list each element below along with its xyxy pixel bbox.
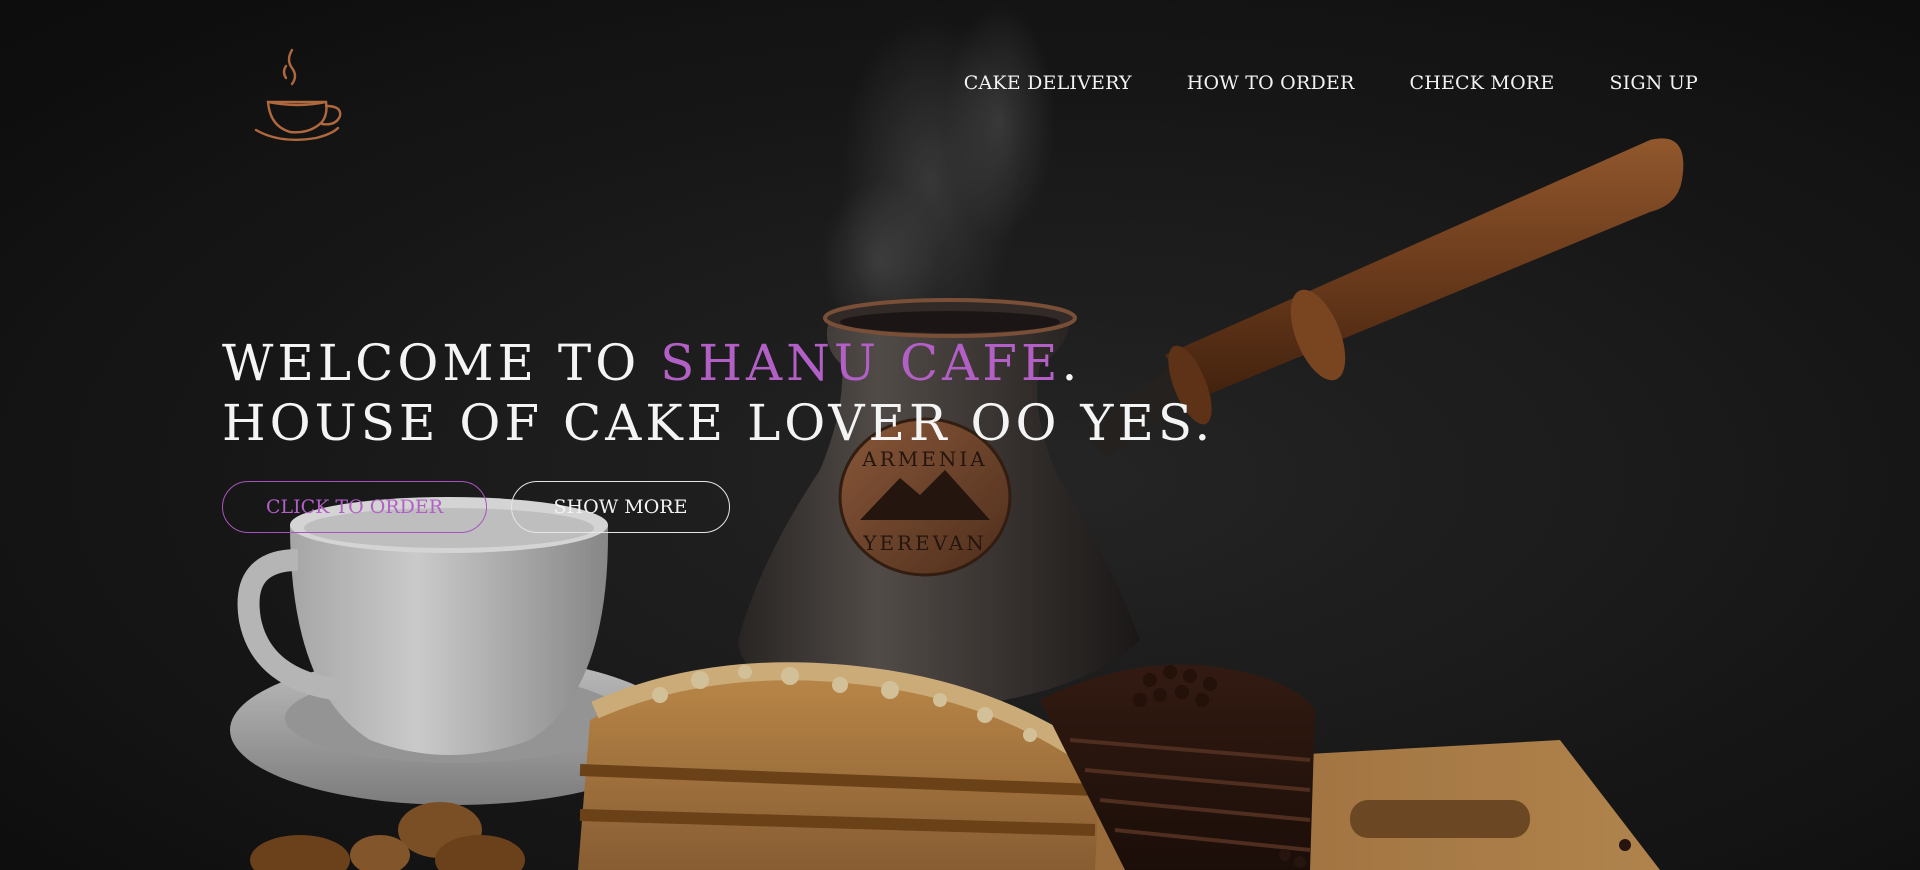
- hero-headline: WELCOME TO SHANU CAFE. HOUSE OF CAKE LOV…: [222, 333, 1214, 453]
- headline-prefix: WELCOME TO: [222, 334, 661, 392]
- headline-brand-name: SHANU CAFE: [660, 334, 1062, 392]
- headline-line-1: WELCOME TO SHANU CAFE.: [222, 333, 1214, 393]
- main-navigation: CAKE DELIVERY HOW TO ORDER CHECK MORE SI…: [964, 72, 1698, 94]
- show-more-button[interactable]: SHOW MORE: [511, 481, 730, 533]
- nav-link-check-more[interactable]: CHECK MORE: [1409, 72, 1554, 94]
- nav-link-cake-delivery[interactable]: CAKE DELIVERY: [964, 72, 1132, 94]
- site-header: CAKE DELIVERY HOW TO ORDER CHECK MORE SI…: [0, 0, 1920, 170]
- headline-line-2: HOUSE OF CAKE LOVER OO YES.: [222, 394, 1215, 452]
- click-to-order-button[interactable]: CLICK TO ORDER: [222, 481, 487, 533]
- hero-cta-buttons: CLICK TO ORDER SHOW MORE: [222, 481, 730, 533]
- headline-suffix: .: [1061, 334, 1082, 392]
- nav-link-how-to-order[interactable]: HOW TO ORDER: [1187, 72, 1355, 94]
- nav-link-sign-up[interactable]: SIGN UP: [1609, 72, 1698, 94]
- logo-coffee-cup-icon[interactable]: [250, 46, 354, 150]
